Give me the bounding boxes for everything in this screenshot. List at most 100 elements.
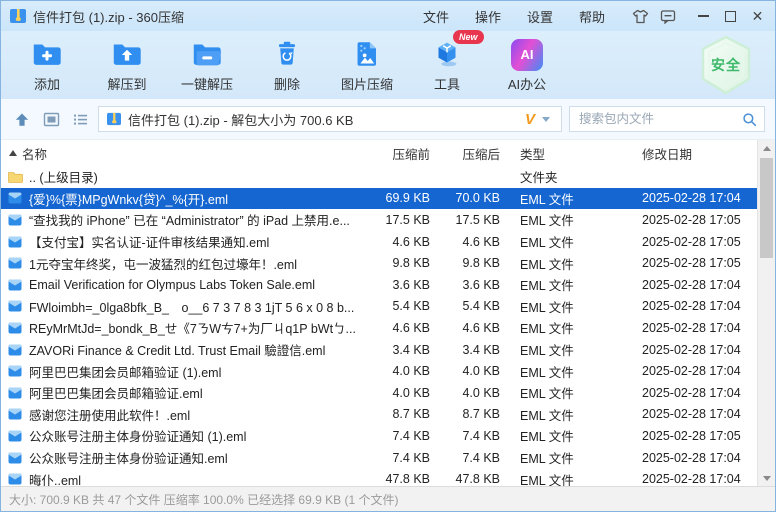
thumbnail-view-button[interactable]	[40, 108, 62, 130]
header-size-before[interactable]: 压缩前	[358, 144, 438, 163]
menu-settings[interactable]: 设置	[514, 3, 566, 30]
feedback-button[interactable]	[654, 5, 682, 27]
table-row[interactable]: 感谢您注册使用此软件！.eml 8.7 KB 8.7 KB EML 文件 202…	[1, 404, 757, 426]
table-row[interactable]: REyMrMtJd=_bondk_B_せ《7ㄋWㄘ7+为厂ㄐq1P bWtㄅ..…	[1, 317, 757, 339]
one-click-extract-button[interactable]: 一键解压	[167, 37, 247, 93]
table-row[interactable]: 公众账号注册主体身份验证通知.eml 7.4 KB 7.4 KB EML 文件 …	[1, 447, 757, 469]
size-before: 4.0 KB	[358, 386, 438, 400]
app-window: 信件打包 (1).zip - 360压缩 文件 操作 设置 帮助 ✕	[0, 0, 776, 512]
header-size-after[interactable]: 压缩后	[438, 144, 508, 163]
scrollbar-thumb[interactable]	[760, 158, 773, 258]
vip-dropdown-button[interactable]: V	[521, 111, 554, 128]
table-row[interactable]: 1元夺宝年终奖，屯一波猛烈的红包过壕年！.eml 9.8 KB 9.8 KB E…	[1, 252, 757, 274]
image-compress-icon	[350, 37, 384, 71]
file-name: 阿里巴巴集团会员邮箱验证 (1).eml	[29, 362, 221, 381]
header-type[interactable]: 类型	[508, 144, 640, 163]
table-row[interactable]: Email Verification for Olympus Labs Toke…	[1, 274, 757, 296]
file-type: EML 文件	[508, 297, 640, 316]
skin-button[interactable]	[626, 5, 654, 27]
delete-button[interactable]: 删除	[247, 37, 327, 93]
menu-operation[interactable]: 操作	[462, 3, 514, 30]
maximize-button[interactable]	[717, 4, 744, 28]
file-type: EML 文件	[508, 448, 640, 467]
tools-button[interactable]: New 工具	[407, 37, 487, 93]
header-name[interactable]: 名称	[1, 144, 358, 163]
trash-recycle-icon	[270, 37, 304, 71]
modified-date: 2025-02-28 17:04	[640, 407, 757, 421]
table-row[interactable]: ZAVORi Finance & Credit Ltd. Trust Email…	[1, 339, 757, 361]
file-name: Email Verification for Olympus Labs Toke…	[29, 278, 315, 292]
table-row[interactable]: “查找我的 iPhone” 已在 “Administrator” 的 iPad …	[1, 209, 757, 231]
size-after: 70.0 KB	[438, 191, 508, 205]
skin-shirt-icon	[632, 9, 649, 24]
table-row[interactable]: 阿里巴巴集团会员邮箱验证.eml 4.0 KB 4.0 KB EML 文件 20…	[1, 382, 757, 404]
up-arrow-icon	[14, 112, 30, 127]
size-after: 4.0 KB	[438, 386, 508, 400]
file-name: 感谢您注册使用此软件！.eml	[29, 405, 190, 424]
table-row[interactable]: 阿里巴巴集团会员邮箱验证 (1).eml 4.0 KB 4.0 KB EML 文…	[1, 360, 757, 382]
file-name: .. (上级目录)	[29, 167, 98, 186]
file-name: 阿里巴巴集团会员邮箱验证.eml	[29, 383, 203, 402]
file-name: FWloimbh=_0lga8bfk_B_ o__6 7 3 7 8 3 1jT…	[29, 297, 354, 316]
size-before: 8.7 KB	[358, 407, 438, 421]
minimize-button[interactable]	[690, 4, 717, 28]
table-row[interactable]: FWloimbh=_0lga8bfk_B_ o__6 7 3 7 8 3 1jT…	[1, 296, 757, 318]
file-type: EML 文件	[508, 189, 640, 208]
modified-date: 2025-02-28 17:04	[640, 278, 757, 292]
eml-file-icon	[7, 450, 23, 466]
eml-file-icon	[7, 277, 23, 293]
menu-file[interactable]: 文件	[410, 3, 462, 30]
list-view-button[interactable]	[69, 108, 91, 130]
modified-date: 2025-02-28 17:04	[640, 343, 757, 357]
table-row[interactable]: 【支付宝】实名认证-证件审核结果通知.eml 4.6 KB 4.6 KB EML…	[1, 231, 757, 253]
folder-oneclick-icon	[190, 37, 224, 71]
toolbar-label: 图片压缩	[341, 74, 393, 93]
address-bar[interactable]: 信件打包 (1).zip - 解包大小为 700.6 KB V	[98, 106, 562, 132]
extract-to-button[interactable]: 解压到	[87, 37, 167, 93]
size-before: 17.5 KB	[358, 213, 438, 227]
vertical-scrollbar[interactable]	[757, 140, 775, 486]
modified-date: 2025-02-28 17:04	[640, 299, 757, 313]
thumbnail-view-icon	[43, 112, 60, 127]
security-shield-badge[interactable]: 安全	[697, 34, 755, 96]
file-type: EML 文件	[508, 254, 640, 273]
add-button[interactable]: 添加	[7, 37, 87, 93]
maximize-icon	[725, 11, 736, 22]
header-modified-date[interactable]: 修改日期	[640, 144, 757, 163]
file-type: EML 文件	[508, 318, 640, 337]
file-type: 文件夹	[508, 167, 640, 186]
file-name: ZAVORi Finance & Credit Ltd. Trust Email…	[29, 340, 325, 359]
size-after: 5.4 KB	[438, 299, 508, 313]
menu-bar: 文件 操作 设置 帮助	[410, 3, 618, 30]
size-before: 7.4 KB	[358, 429, 438, 443]
file-type: EML 文件	[508, 210, 640, 229]
menu-help[interactable]: 帮助	[566, 3, 618, 30]
size-after: 4.6 KB	[438, 321, 508, 335]
table-row[interactable]: .. (上级目录) 文件夹	[1, 166, 757, 188]
table-row[interactable]: {爱}%{票}MPgWnkv{贷}^_%{开}.eml 69.9 KB 70.0…	[1, 188, 757, 210]
table-row[interactable]: 公众账号注册主体身份验证通知 (1).eml 7.4 KB 7.4 KB EML…	[1, 425, 757, 447]
image-compress-button[interactable]: 图片压缩	[327, 37, 407, 93]
table-row[interactable]: 晦仆..eml 47.8 KB 47.8 KB EML 文件 2025-02-2…	[1, 468, 757, 486]
size-before: 7.4 KB	[358, 451, 438, 465]
file-type: EML 文件	[508, 362, 640, 381]
size-before: 47.8 KB	[358, 472, 438, 486]
file-name: 公众账号注册主体身份验证通知.eml	[29, 448, 228, 467]
ai-office-button[interactable]: AI AI办公	[487, 38, 567, 93]
file-name: REyMrMtJd=_bondk_B_せ《7ㄋWㄘ7+为厂ㄐq1P bWtㄅ..…	[29, 318, 356, 337]
size-after: 7.4 KB	[438, 451, 508, 465]
folder-icon	[7, 169, 23, 185]
scroll-up-button[interactable]	[758, 140, 775, 156]
status-text: 大小: 700.9 KB 共 47 个文件 压缩率 100.0% 已经选择 69…	[9, 491, 398, 508]
main-toolbar: 添加 解压到 一键解压 删除 图片压缩 New	[1, 31, 775, 99]
search-box	[569, 106, 765, 132]
file-name: 【支付宝】实名认证-证件审核结果通知.eml	[29, 232, 269, 251]
up-directory-button[interactable]	[11, 108, 33, 130]
modified-date: 2025-02-28 17:05	[640, 213, 757, 227]
title-bar: 信件打包 (1).zip - 360压缩 文件 操作 设置 帮助 ✕	[1, 1, 775, 31]
search-input[interactable]	[577, 111, 742, 127]
scroll-up-icon	[763, 146, 771, 151]
close-button[interactable]: ✕	[744, 4, 771, 28]
vip-v-mark: V	[525, 111, 535, 128]
scroll-down-button[interactable]	[758, 470, 775, 486]
